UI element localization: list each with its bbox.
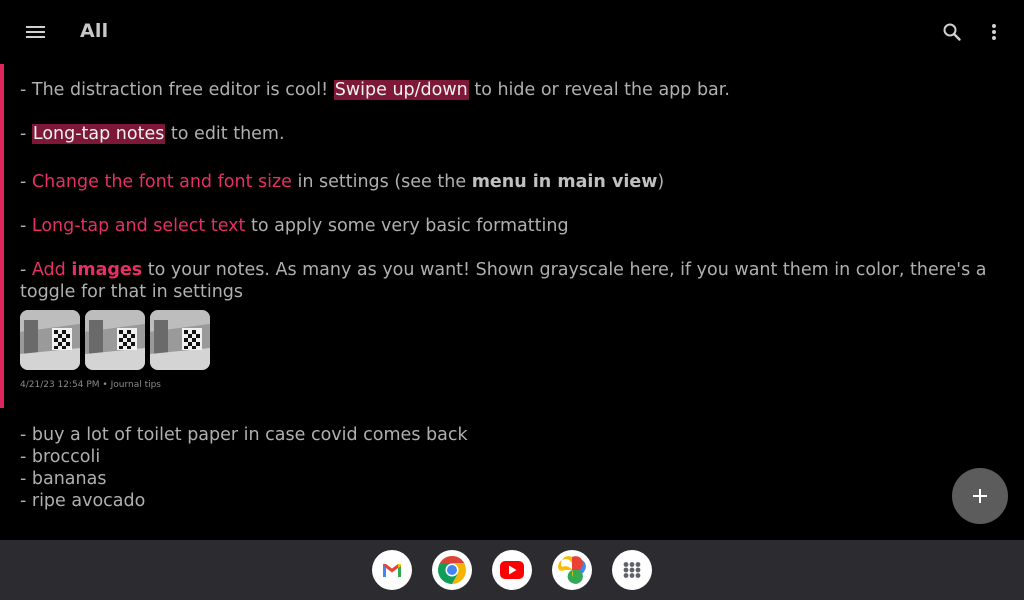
- highlighted-text: Swipe up/down: [333, 80, 469, 100]
- note-line: - Change the font and font size in setti…: [20, 171, 664, 193]
- gmail-icon[interactable]: [372, 550, 412, 590]
- note-date: 4/21/23 12:54 PM: [20, 380, 100, 390]
- page-title: All: [80, 20, 109, 42]
- link-text-bold[interactable]: images: [71, 260, 142, 280]
- note-text: -: [20, 124, 32, 144]
- app-bar: All: [0, 0, 1024, 64]
- note-tag: Journal tips: [110, 380, 161, 390]
- note-text: ): [657, 172, 665, 192]
- menu-icon[interactable]: [16, 16, 56, 48]
- list-item: - broccoli: [20, 447, 101, 467]
- meta-separator: •: [99, 380, 111, 390]
- link-text[interactable]: Long-tap and select text: [32, 216, 246, 236]
- taskbar: [0, 540, 1024, 600]
- more-vert-icon[interactable]: [980, 16, 1008, 48]
- note-text: to hide or reveal the app bar.: [468, 80, 730, 100]
- note-text: -: [20, 260, 32, 280]
- note-line: toggle for that in settings: [20, 282, 244, 302]
- note-line: - Add images to your notes. As many as y…: [20, 259, 987, 281]
- bold-text: menu in main view: [471, 172, 658, 192]
- note-card[interactable]: - The distraction free editor is cool! S…: [0, 64, 1024, 408]
- note-meta: 4/21/23 12:54 PM • Journal tips: [20, 380, 161, 390]
- list-item: - ripe avocado: [20, 491, 146, 511]
- note-text: to apply some very basic formatting: [245, 216, 569, 236]
- search-icon[interactable]: [936, 16, 968, 48]
- image-thumbnail[interactable]: [20, 310, 80, 370]
- note-text: in settings (see the: [291, 172, 472, 192]
- add-note-button[interactable]: [952, 468, 1008, 524]
- list-item: - bananas: [20, 469, 107, 489]
- note-text: - The distraction free editor is cool!: [20, 80, 334, 100]
- link-text[interactable]: Add: [32, 260, 71, 280]
- chrome-icon[interactable]: [432, 550, 472, 590]
- note-line: - Long-tap and select text to apply some…: [20, 215, 569, 237]
- photos-icon[interactable]: [552, 550, 592, 590]
- note-line: - The distraction free editor is cool! S…: [20, 79, 730, 101]
- link-text[interactable]: Change the font and font size: [32, 172, 292, 192]
- list-item: - buy a lot of toilet paper in case covi…: [20, 425, 468, 445]
- youtube-icon[interactable]: [492, 550, 532, 590]
- app-drawer-icon[interactable]: [612, 550, 652, 590]
- note-text: to edit them.: [165, 124, 285, 144]
- note-text: -: [20, 172, 32, 192]
- image-thumbnail[interactable]: [150, 310, 210, 370]
- note-text: to your notes. As many as you want! Show…: [142, 260, 987, 280]
- note-card[interactable]: - buy a lot of toilet paper in case covi…: [0, 424, 940, 520]
- image-thumbnail[interactable]: [85, 310, 145, 370]
- plus-icon-stroke: [979, 489, 981, 503]
- note-accent-bar: [0, 64, 4, 408]
- note-text: -: [20, 216, 32, 236]
- note-line: - Long-tap notes to edit them.: [20, 123, 285, 145]
- highlighted-text: Long-tap notes: [31, 124, 166, 144]
